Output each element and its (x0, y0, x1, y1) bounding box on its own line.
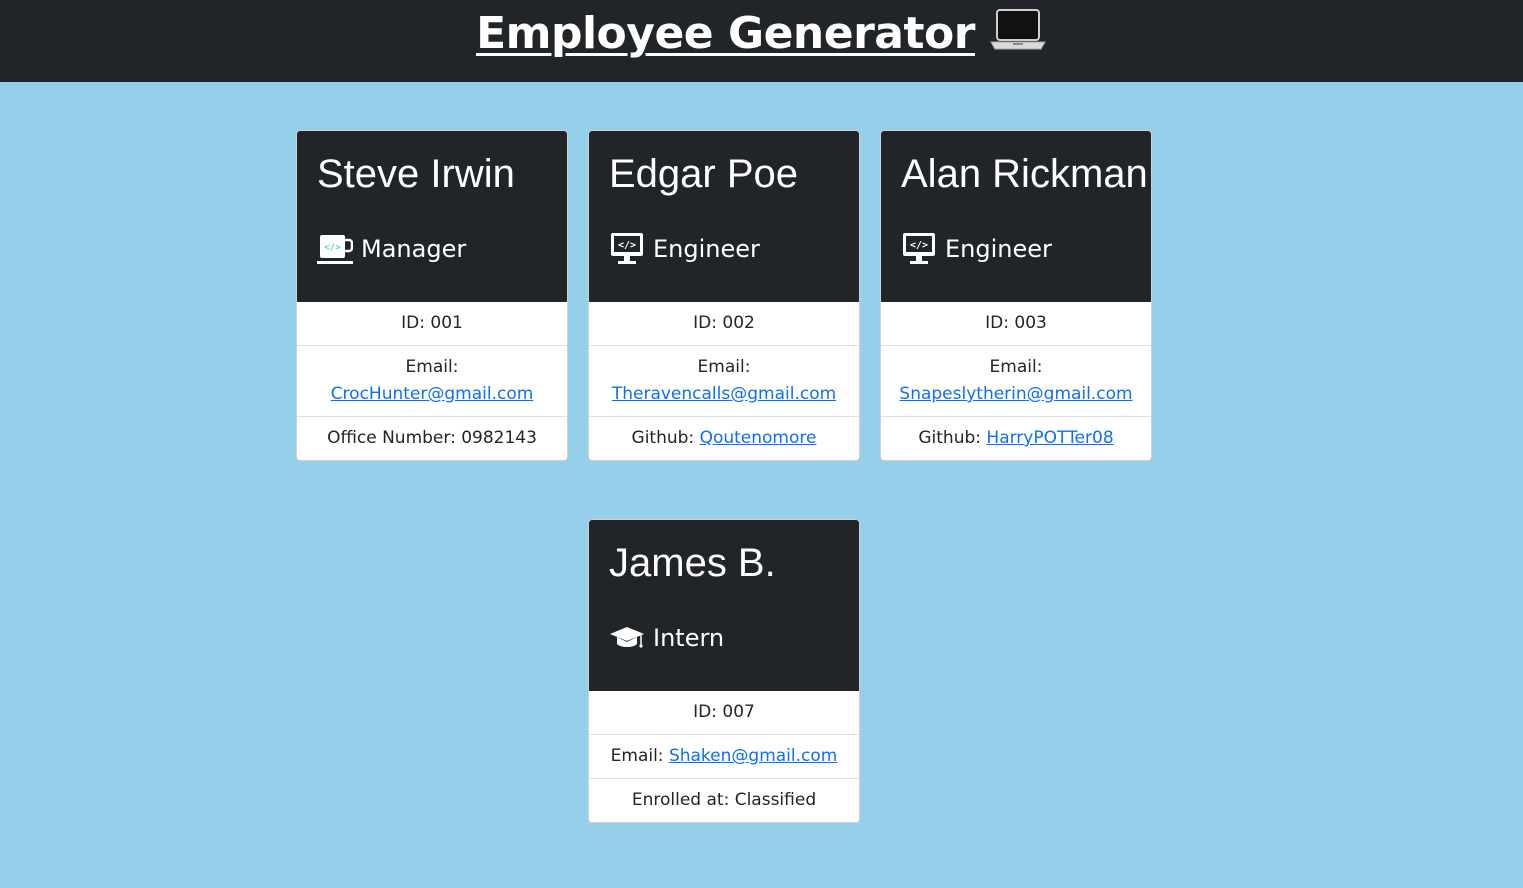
employee-role-label: Engineer (653, 235, 760, 263)
github-label: Github: (631, 428, 695, 448)
email-label: Email: (989, 357, 1043, 377)
employee-role: </> Engineer (901, 229, 1052, 269)
graduation-cap-icon (609, 621, 645, 655)
employee-role: </> Manager (317, 229, 466, 269)
employee-id: ID: 001 (401, 313, 463, 333)
employee-card: Steve Irwin </> Manager ID: 001 Email: C… (296, 130, 568, 461)
github-link[interactable]: HarryPOTTer08 (986, 428, 1113, 448)
github-label: Github: (918, 428, 981, 448)
office-number: Office Number: 0982143 (297, 416, 567, 460)
page-header: Employee Generator (0, 0, 1523, 82)
email-label: Email: (610, 746, 664, 766)
github-row: Github: HarryPOTTer08 (881, 416, 1151, 460)
employee-email-row: Email: CrocHunter@gmail.com (297, 345, 567, 416)
employee-role-label: Intern (653, 624, 725, 652)
employee-email-row: Email: Theravencalls@gmail.com (589, 345, 859, 416)
employee-name: James B. (609, 541, 776, 585)
employee-card-header: Alan Rickman </> Engineer (881, 131, 1151, 302)
employee-email-row: Email: Shaken@gmail.com (589, 734, 859, 778)
email-link[interactable]: CrocHunter@gmail.com (331, 384, 534, 404)
employee-card-header: Steve Irwin </> Manager (297, 131, 567, 302)
employee-id: ID: 002 (693, 313, 755, 333)
svg-text:</>: </> (324, 243, 341, 253)
github-link[interactable]: Qoutenomore (700, 428, 817, 448)
laptop-icon (989, 4, 1047, 72)
svg-text:</>: </> (618, 240, 636, 251)
employee-role-label: Engineer (945, 235, 1052, 263)
employee-card-header: Edgar Poe </> Engineer (589, 131, 859, 302)
employee-role-label: Manager (361, 235, 467, 263)
employee-name: Alan Rickman (901, 152, 1148, 196)
email-label: Email: (405, 357, 459, 377)
email-link[interactable]: Shaken@gmail.com (669, 746, 837, 766)
email-label: Email: (697, 357, 751, 377)
employee-details-list: ID: 003 Email: Snapeslytherin@gmail.com … (881, 302, 1151, 460)
employee-email-row: Email: Snapeslytherin@gmail.com (881, 345, 1151, 416)
employee-details-list: ID: 002 Email: Theravencalls@gmail.com G… (589, 302, 859, 460)
school-row: Enrolled at: Classified (589, 778, 859, 822)
employee-card: Edgar Poe </> Engineer ID: 002 Email: Th… (588, 130, 860, 461)
email-link[interactable]: Snapeslytherin@gmail.com (899, 384, 1132, 404)
employee-details-list: ID: 007 Email: Shaken@gmail.com Enrolled… (589, 691, 859, 822)
employee-role: </> Engineer (609, 229, 760, 269)
page-title-text: Employee Generator (476, 8, 975, 59)
code-monitor-icon: </> (609, 232, 645, 266)
employee-card-header: James B. Intern (589, 520, 859, 691)
employee-card: Alan Rickman </> Engineer ID: 003 Email:… (880, 130, 1152, 461)
employee-details-list: ID: 001 Email: CrocHunter@gmail.com Offi… (297, 302, 567, 460)
svg-text:</>: </> (910, 240, 928, 251)
employee-card: James B. Intern ID: 007 Email: Shaken@gm… (588, 519, 860, 823)
email-link[interactable]: Theravencalls@gmail.com (612, 384, 836, 404)
code-monitor-icon: </> (901, 232, 937, 266)
page-title: Employee Generator (0, 0, 1523, 72)
employee-id: ID: 007 (693, 702, 755, 722)
github-row: Github: Qoutenomore (589, 416, 859, 460)
employee-name: Edgar Poe (609, 152, 799, 196)
coffee-cup-icon: </> (317, 232, 354, 266)
employee-name: Steve Irwin (317, 152, 515, 196)
employee-role: Intern (609, 618, 724, 658)
employee-id: ID: 003 (985, 313, 1047, 333)
